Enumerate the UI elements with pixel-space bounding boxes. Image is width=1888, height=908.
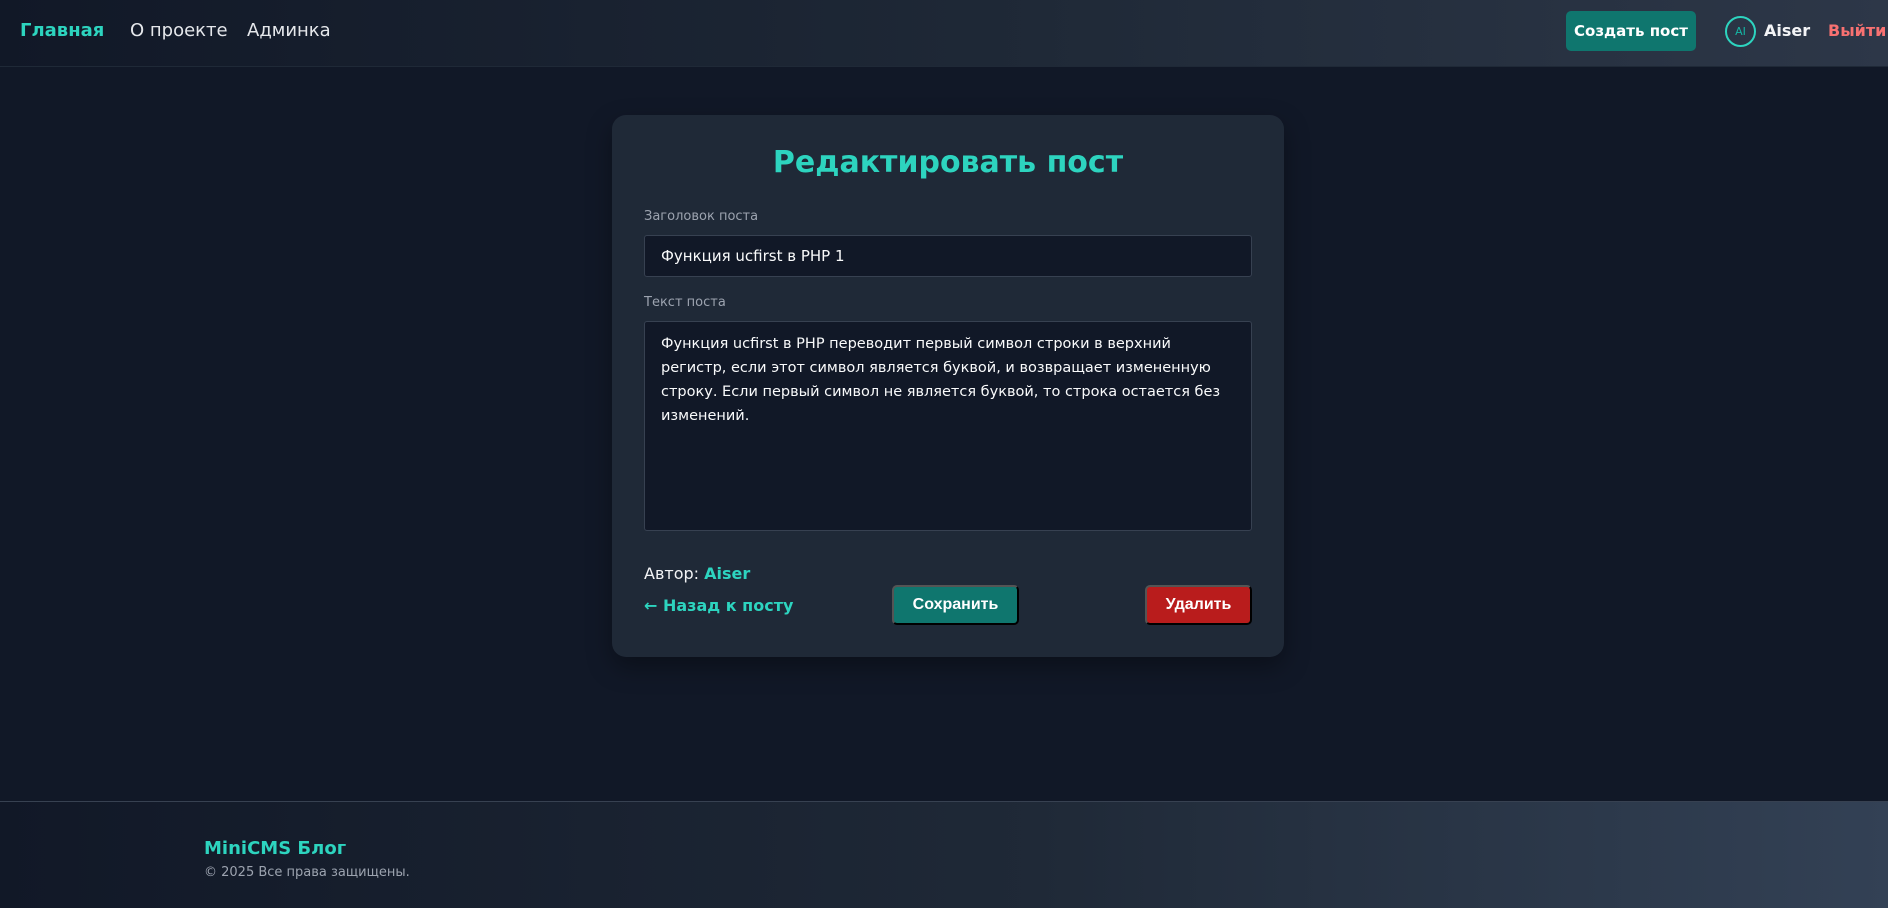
create-post-button[interactable]: Создать пост [1566, 11, 1696, 51]
back-to-post-link[interactable]: ← Назад к посту [644, 596, 793, 615]
title-field-label: Заголовок поста [644, 209, 759, 224]
page-title: Редактировать пост [772, 145, 1124, 180]
footer-brand: MiniCMS Блог [204, 838, 347, 859]
delete-button[interactable]: Удалить [1145, 585, 1252, 625]
post-title-input[interactable] [644, 235, 1252, 277]
content-field-label: Текст поста [644, 295, 726, 310]
footer: MiniCMS Блог © 2025 Все права защищены. [0, 801, 1888, 908]
top-navbar: Главная О проекте Админка Создать пост A… [0, 0, 1888, 67]
nav-about-link[interactable]: О проекте [130, 20, 228, 41]
nav-admin-link[interactable]: Админка [247, 20, 331, 41]
post-content-textarea[interactable]: Функция ucfirst в PHP переводит первый с… [644, 321, 1252, 531]
logout-link[interactable]: Выйти [1828, 21, 1886, 40]
author-name-link[interactable]: Aiser [704, 564, 750, 583]
author-line: Автор: Aiser [644, 564, 750, 583]
save-button[interactable]: Сохранить [892, 585, 1019, 625]
edit-post-card: Редактировать пост Заголовок поста Текст… [612, 115, 1284, 657]
nav-home-link[interactable]: Главная [20, 20, 104, 41]
username-label[interactable]: Aiser [1764, 21, 1810, 40]
avatar[interactable]: AI [1725, 16, 1756, 47]
footer-copyright: © 2025 Все права защищены. [204, 865, 410, 880]
author-label: Автор: [644, 564, 700, 583]
